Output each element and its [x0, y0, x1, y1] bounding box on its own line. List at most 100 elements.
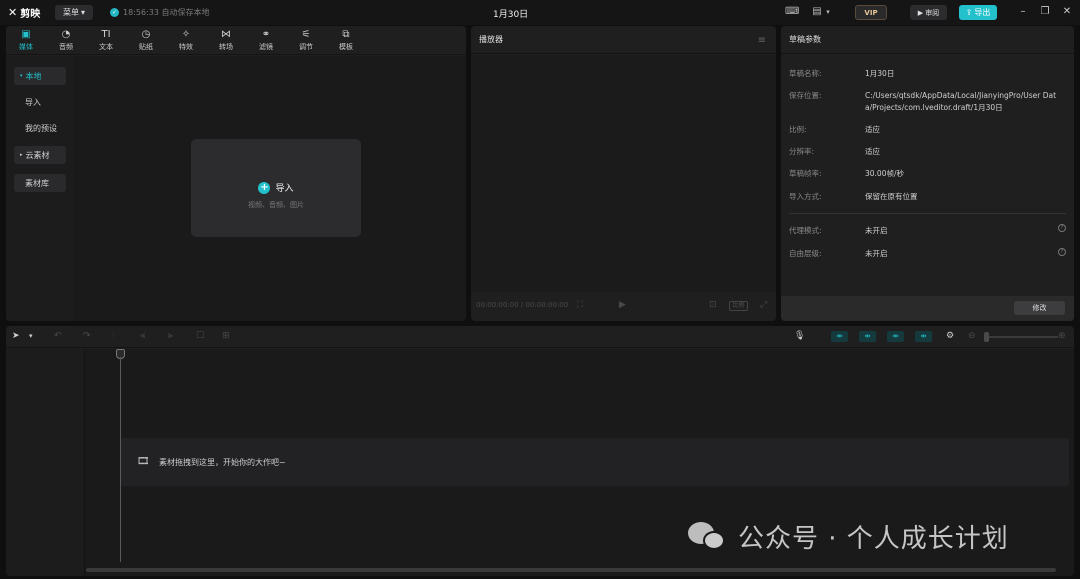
tab-adjust[interactable]: ⚟ 调节	[288, 28, 324, 53]
player-title: 播放器	[479, 35, 503, 44]
param-row-import-mode: 导入方式: 保留在原有位置	[789, 191, 1069, 203]
draft-params-header: 草稿参数	[781, 26, 1074, 54]
redo-icon[interactable]: ↷	[83, 330, 91, 343]
filter-icon: ⚭	[261, 29, 271, 40]
param-label: 导入方式:	[789, 192, 822, 201]
sidebar-item-label: 本地	[25, 71, 42, 81]
sidebar-item-import[interactable]: 导入	[14, 93, 66, 111]
split-icon[interactable]: ⫶	[112, 330, 114, 343]
hamburger-menu-icon[interactable]: ≡	[758, 35, 766, 46]
app-logo-text: 剪映	[20, 9, 41, 20]
transition-icon: ⋈	[221, 29, 231, 40]
tab-template[interactable]: ⧉ 模板	[328, 28, 364, 53]
media-tabs: ▣ 媒体 ◔ 音频 TI 文本 ◷ 贴纸 ✧ 特效 ⋈ 转场 ⚭ 滤镜 ⚟ 调节	[6, 26, 466, 55]
zoom-out-icon[interactable]: ⊖	[968, 330, 976, 343]
text-icon: TI	[101, 29, 111, 40]
import-dropzone[interactable]: + 导入 视频、音频、图片	[191, 139, 361, 237]
tab-sticker[interactable]: ◷ 贴纸	[128, 28, 164, 53]
screenshot-icon[interactable]: ⊞	[222, 330, 230, 343]
close-icon[interactable]: ✕	[1061, 6, 1073, 18]
param-label: 自由层级:	[789, 249, 822, 258]
audio-icon: ◔	[61, 29, 71, 40]
sidebar-item-presets[interactable]: 我的预设	[14, 119, 66, 137]
import-label: 导入	[275, 184, 294, 194]
review-label: 审阅	[925, 8, 940, 17]
proxy-help-icon[interactable]: ?	[1058, 224, 1066, 232]
tab-transition[interactable]: ⋈ 转场	[208, 28, 244, 53]
auto-snap-icon[interactable]: ⇹	[859, 331, 876, 342]
tab-text[interactable]: TI 文本	[88, 28, 124, 53]
param-row-name: 草稿名称: 1月30日	[789, 68, 1069, 80]
layout-icon[interactable]: ▤	[810, 6, 824, 18]
draft-params-panel: 草稿参数 草稿名称: 1月30日 保存位置: C:/Users/qtsdk/Ap…	[781, 26, 1074, 321]
tab-effects[interactable]: ✧ 特效	[168, 28, 204, 53]
split-right-icon[interactable]: ⫸	[168, 330, 173, 343]
track-headers	[6, 349, 85, 576]
preview-axis-icon[interactable]: ⇹	[915, 331, 932, 342]
fullscreen-preview-icon[interactable]: ⛶	[577, 300, 583, 310]
cursor-chevron-down-icon[interactable]: ▾	[29, 330, 33, 343]
tab-label: 文本	[99, 43, 113, 51]
zoom-in-icon[interactable]: ⊕	[1058, 330, 1066, 343]
minimize-icon[interactable]: –	[1017, 6, 1029, 18]
param-value: 未开启	[865, 226, 888, 235]
watermark-text: 公众号 · 个人成长计划	[738, 524, 1009, 554]
edit-button[interactable]: 修改	[1014, 301, 1065, 315]
menu-label: 菜单	[62, 8, 79, 17]
sidebar-item-label: 导入	[25, 97, 41, 107]
caret-down-icon: ▾	[20, 73, 23, 79]
vip-label: VIP	[864, 8, 878, 17]
split-left-icon[interactable]: ⫷	[140, 330, 145, 343]
shortcut-keyboard-icon[interactable]: ⌨	[785, 6, 799, 18]
tab-media[interactable]: ▣ 媒体	[8, 28, 44, 53]
timeline-drop-zone[interactable]: 🎞 素材拖拽到这里，开始你的大作吧~	[121, 438, 1069, 486]
sidebar-item-local[interactable]: ▾ 本地	[14, 67, 66, 85]
param-row-free-layer: 自由层级: 未开启	[789, 248, 1069, 260]
tab-label: 媒体	[19, 43, 33, 51]
play-icon[interactable]: ▶	[619, 300, 626, 310]
restore-icon[interactable]: ❐	[1039, 6, 1051, 18]
free-layer-help-icon[interactable]: ?	[1058, 248, 1066, 256]
export-button[interactable]: ⇪ 导出	[959, 5, 997, 20]
tab-audio[interactable]: ◔ 音频	[48, 28, 84, 53]
player-timecode: 00:00:00:00 / 00:00:00:00	[476, 301, 569, 309]
microphone-icon[interactable]: 🎙	[794, 330, 805, 343]
menu-button[interactable]: 菜单 ▾	[55, 5, 93, 20]
vip-button[interactable]: VIP	[855, 5, 887, 20]
layout-chevron-down-icon[interactable]: ▾	[824, 6, 832, 18]
delete-icon[interactable]: ☐	[196, 330, 204, 343]
autosave-text: 18:56:33 自动保存本地	[123, 8, 210, 17]
export-label: 导出	[974, 8, 991, 17]
tab-label: 音频	[59, 43, 73, 51]
document-title: 1月30日	[493, 10, 529, 20]
timeline-settings-icon[interactable]: ⚙	[946, 330, 954, 343]
param-value: 适应	[865, 125, 880, 134]
select-cursor-icon[interactable]: ➤	[12, 330, 20, 343]
sidebar-item-library[interactable]: 素材库	[14, 174, 66, 192]
chevron-down-icon: ▾	[80, 8, 85, 17]
tab-label: 模板	[339, 43, 353, 51]
param-row-ratio: 比例: 适应	[789, 124, 1069, 136]
param-value: 保留在原有位置	[865, 192, 918, 201]
import-hint: 视频、音频、图片	[248, 201, 304, 209]
sidebar-item-cloud[interactable]: ▸ 云素材	[14, 146, 66, 164]
param-label: 草稿帧率:	[789, 169, 822, 178]
player-panel: 播放器 ≡ 00:00:00:00 / 00:00:00:00 ⛶ ▶ ⊡ 比例…	[471, 26, 776, 321]
tab-filter[interactable]: ⚭ 滤镜	[248, 28, 284, 53]
adjust-icon: ⚟	[301, 29, 311, 40]
param-row-framerate: 草稿帧率: 30.00帧/秒	[789, 168, 1069, 180]
fullscreen-icon[interactable]: ⤢	[760, 300, 767, 310]
zoom-slider-track[interactable]	[986, 336, 1058, 338]
wechat-watermark: 公众号 · 个人成长计划	[688, 518, 1009, 555]
tab-label: 贴纸	[139, 43, 153, 51]
crop-icon[interactable]: ⊡	[709, 300, 717, 310]
main-track-magnet-icon[interactable]: ⇹	[831, 331, 848, 342]
import-button[interactable]: + 导入	[191, 181, 361, 194]
timeline-scrollbar[interactable]	[86, 568, 1056, 572]
review-button[interactable]: ▶ 审阅	[910, 5, 947, 20]
ratio-button[interactable]: 比例	[729, 301, 748, 311]
linkage-icon[interactable]: ⇹	[887, 331, 904, 342]
undo-icon[interactable]: ↶	[54, 330, 62, 343]
film-icon: 🎞	[137, 456, 150, 467]
zoom-slider-handle[interactable]	[984, 332, 989, 342]
